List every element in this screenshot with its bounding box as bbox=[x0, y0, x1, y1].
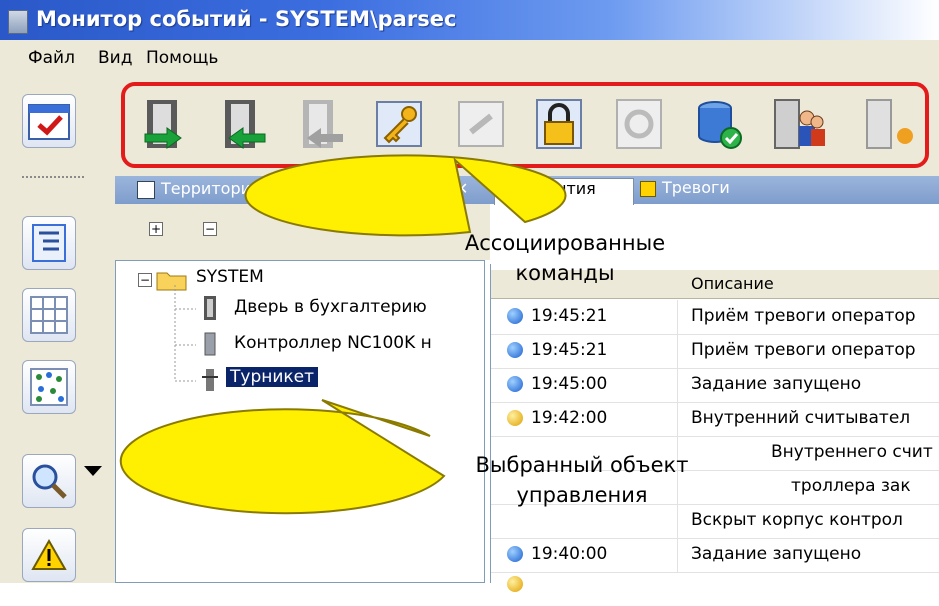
callout-selected-object: Выбранный объект управления bbox=[475, 453, 689, 507]
